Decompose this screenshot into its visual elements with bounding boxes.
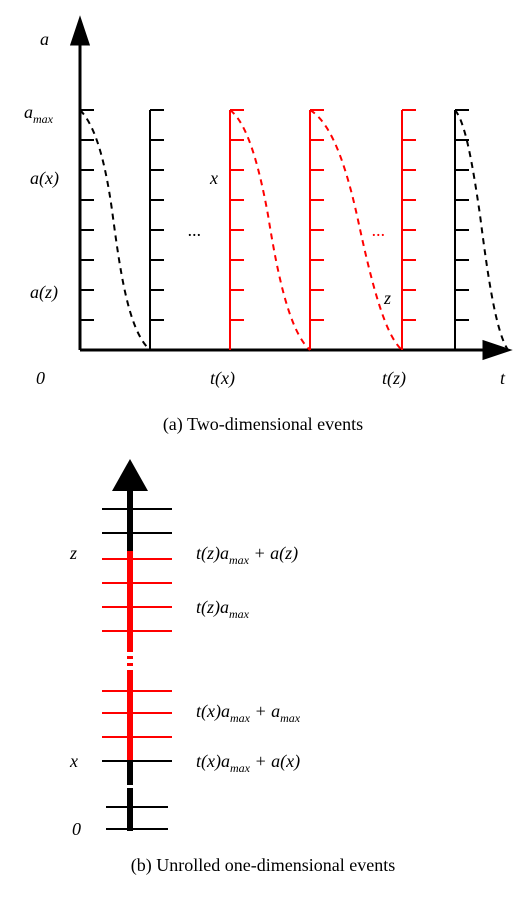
xtick-tx: t(x) — [210, 368, 235, 389]
expr4: t(z)amax + a(z) — [196, 543, 298, 567]
label-x-point: x — [209, 168, 218, 188]
x-axis-label: t — [500, 368, 506, 388]
panel-a: ... ... a t 0 amax a(x) a(z) x z t(x) t(… — [10, 10, 516, 435]
caption-a: (a) Two-dimensional events — [10, 414, 516, 435]
event-rule-tx — [230, 110, 244, 350]
ellipsis-1: ... — [188, 220, 202, 240]
ellipsis-2: ... — [372, 220, 386, 240]
ytick-ax: a(x) — [30, 168, 59, 189]
event-rule-0 — [80, 110, 94, 320]
label-z-point: z — [383, 288, 391, 308]
tickx: x — [69, 751, 78, 771]
axis-y — [72, 20, 88, 350]
panel-a-svg: ... ... a t 0 amax a(x) a(z) x z t(x) t(… — [10, 10, 516, 410]
expr1: t(x)amax + a(x) — [196, 751, 300, 775]
ticks-red-lower — [102, 691, 172, 737]
ticks-red-upper — [102, 559, 172, 631]
event-rule-3 — [310, 110, 324, 350]
expr2: t(x)amax + amax — [196, 701, 301, 725]
panel-b: 0 x z t(x)amax + a(x) t(x)amax + amax t(… — [10, 451, 516, 876]
event-rule-tz — [402, 110, 416, 350]
y-axis-label: a — [40, 29, 49, 49]
tickz: z — [69, 543, 77, 563]
event-rule-5 — [455, 110, 469, 350]
origin-label: 0 — [36, 368, 45, 388]
axis-arrow — [112, 459, 148, 491]
panel-b-svg: 0 x z t(x)amax + a(x) t(x)amax + amax t(… — [10, 451, 516, 851]
ytick-az: a(z) — [30, 282, 58, 303]
expr3: t(z)amax — [196, 597, 250, 621]
tick0: 0 — [72, 819, 81, 839]
ytick-amax: amax — [24, 102, 54, 126]
xtick-tz: t(z) — [382, 368, 406, 389]
ticks-top — [102, 509, 172, 533]
ticks-bottom — [106, 807, 168, 829]
event-rule-1 — [150, 110, 164, 350]
caption-b: (b) Unrolled one-dimensional events — [10, 855, 516, 876]
